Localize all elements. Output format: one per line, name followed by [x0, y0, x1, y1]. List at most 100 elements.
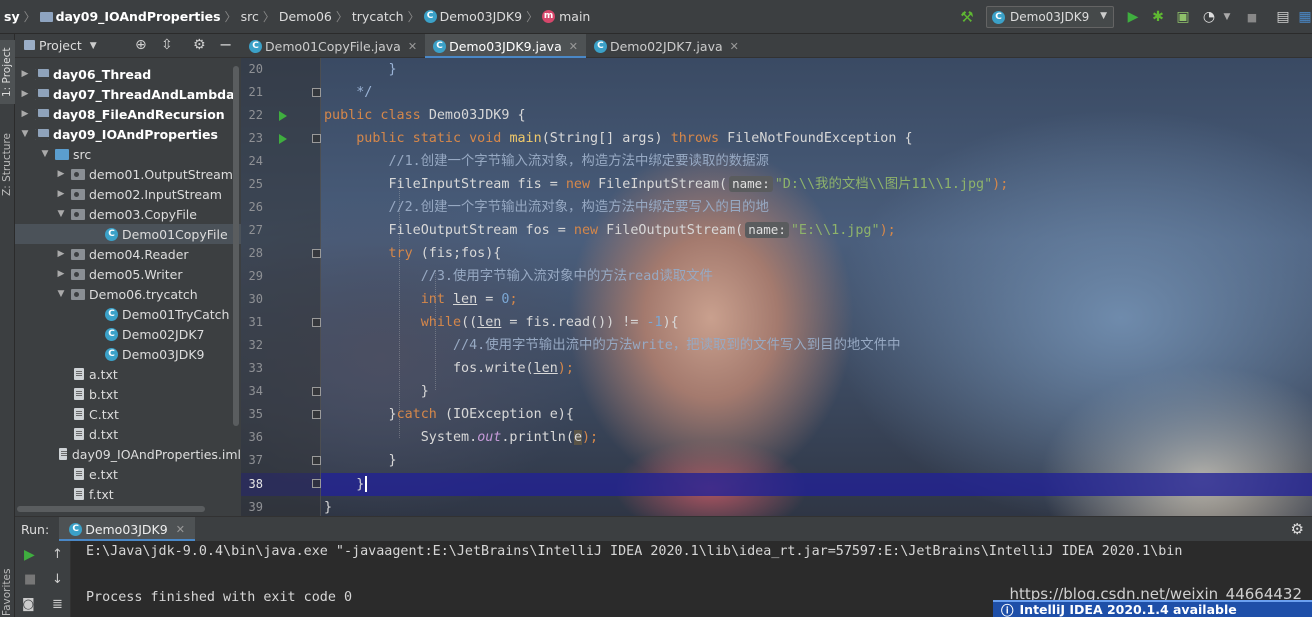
tree-item[interactable]: ▶ demo05.Writer: [15, 264, 241, 284]
expanded-arrow-icon[interactable]: ▼: [19, 129, 31, 139]
tree-item[interactable]: ▶ demo01.OutputStream: [15, 164, 241, 184]
close-icon[interactable]: ✕: [730, 40, 739, 53]
parameter-hint: name:: [745, 222, 789, 238]
tab-label: Demo03JDK9.java: [449, 38, 562, 54]
tree-item[interactable]: ▶ day08_FileAndRecursion: [15, 104, 241, 124]
collapsed-arrow-icon[interactable]: ▶: [55, 169, 67, 179]
tree-item[interactable]: ▼ Demo06.trycatch: [15, 284, 241, 304]
breadcrumb-src[interactable]: src: [241, 9, 259, 24]
module-folder-icon: [35, 128, 49, 140]
tree-item[interactable]: e.txt: [15, 464, 241, 484]
favorites-tool-tab[interactable]: Favorites: [0, 566, 15, 617]
run-gutter-icon[interactable]: [279, 111, 287, 121]
tree-item[interactable]: C Demo02JDK7: [15, 324, 241, 344]
run-configuration-select[interactable]: C Demo03JDK9 ▼: [986, 6, 1114, 28]
tree-item[interactable]: C.txt: [15, 404, 241, 424]
fold-marker-icon[interactable]: [312, 387, 321, 396]
tree-item[interactable]: d.txt: [15, 424, 241, 444]
expanded-arrow-icon[interactable]: ▼: [55, 289, 67, 299]
profile-dropdown-icon[interactable]: ▼: [1218, 8, 1236, 26]
breadcrumb-package[interactable]: Demo06: [279, 9, 332, 24]
tree-item-label: day07_ThreadAndLambda: [53, 86, 235, 102]
tree-item-label: Demo06.trycatch: [89, 286, 198, 302]
tree-item[interactable]: day09_IOAndProperties.iml: [15, 444, 241, 464]
run-gutter-icon[interactable]: [279, 134, 287, 144]
scroll-down-icon[interactable]: ↓: [52, 572, 63, 587]
gear-icon[interactable]: ⚙: [193, 37, 206, 53]
line-number: 36: [248, 430, 263, 444]
coverage-icon[interactable]: ▣: [1174, 8, 1192, 26]
rerun-icon[interactable]: ▶: [24, 547, 35, 563]
tree-item[interactable]: C Demo01TryCatch: [15, 304, 241, 324]
collapsed-arrow-icon[interactable]: ▶: [19, 69, 31, 79]
fold-marker-icon[interactable]: [312, 410, 321, 419]
structure-tool-tab[interactable]: Z: Structure: [0, 126, 15, 204]
collapsed-arrow-icon[interactable]: ▶: [19, 109, 31, 119]
close-icon[interactable]: ✕: [569, 40, 578, 53]
gear-icon[interactable]: ⚙: [1291, 520, 1304, 538]
tree-item[interactable]: ▼ day09_IOAndProperties: [15, 124, 241, 144]
project-structure-icon[interactable]: ▤: [1274, 8, 1292, 26]
scroll-up-icon[interactable]: ↑: [52, 547, 63, 562]
tree-item[interactable]: b.txt: [15, 384, 241, 404]
fold-marker-icon[interactable]: [312, 318, 321, 327]
line-number: 23: [248, 131, 263, 145]
tree-item[interactable]: C Demo03JDK9: [15, 344, 241, 364]
code-editor[interactable]: 20 21 22 23 24 25 26 27 28 29 30 31 32 33 34 35 36 37 38 39…: [241, 58, 1312, 516]
debug-bug-icon[interactable]: ✱: [1149, 8, 1167, 26]
tree-item[interactable]: ▶ demo04.Reader: [15, 244, 241, 264]
tree-item[interactable]: ▼ src: [15, 144, 241, 164]
tree-item[interactable]: ▶ day06_Thread: [15, 64, 241, 84]
breadcrumb-subpackage[interactable]: trycatch: [352, 9, 404, 24]
close-icon[interactable]: ✕: [176, 523, 185, 536]
stop-icon[interactable]: ■: [1243, 8, 1261, 26]
breadcrumb-method[interactable]: m main: [542, 9, 590, 24]
run-icon[interactable]: ▶: [1124, 8, 1142, 26]
collapsed-arrow-icon[interactable]: ▶: [55, 189, 67, 199]
project-tool-tab[interactable]: 1: Project: [0, 40, 15, 104]
hide-panel-icon[interactable]: −: [219, 35, 232, 54]
expanded-arrow-icon[interactable]: ▼: [39, 149, 51, 159]
tree-item[interactable]: ▼ demo03.CopyFile: [15, 204, 241, 224]
fold-marker-icon[interactable]: [312, 88, 321, 97]
project-horizontal-scrollbar[interactable]: [17, 506, 205, 512]
profile-icon[interactable]: ◔: [1200, 8, 1218, 26]
breadcrumb-root[interactable]: sy: [4, 9, 20, 24]
chevron-down-icon: ▼: [1100, 11, 1107, 21]
breadcrumb-class[interactable]: C Demo03JDK9: [423, 9, 522, 24]
update-notification[interactable]: ⓘ IntelliJ IDEA 2020.1.4 available: [993, 600, 1312, 617]
tree-item[interactable]: ▶ demo02.InputStream: [15, 184, 241, 204]
close-icon[interactable]: ✕: [408, 40, 417, 53]
fold-marker-icon[interactable]: [312, 479, 321, 488]
project-vertical-scrollbar[interactable]: [233, 66, 239, 426]
project-view-selector[interactable]: Project ▼: [39, 38, 97, 53]
collapse-all-icon[interactable]: ⇳: [161, 37, 173, 53]
editor-tabs: C Demo01CopyFile.java ✕ C Demo03JDK9.java ✕ …: [241, 34, 1312, 59]
tab-demo03jdk9[interactable]: C Demo03JDK9.java ✕: [425, 34, 586, 59]
collapsed-arrow-icon[interactable]: ▶: [55, 249, 67, 259]
collapsed-arrow-icon[interactable]: ▶: [19, 89, 31, 99]
fold-marker-icon[interactable]: [312, 249, 321, 258]
soft-wrap-icon[interactable]: ≣: [52, 597, 63, 612]
tree-item[interactable]: a.txt: [15, 364, 241, 384]
console-line-exit: Process finished with exit code 0: [86, 590, 353, 605]
info-icon: ⓘ: [1001, 603, 1014, 617]
fold-marker-icon[interactable]: [312, 134, 321, 143]
collapsed-arrow-icon[interactable]: ▶: [55, 269, 67, 279]
breadcrumb-module[interactable]: day09_IOAndProperties: [39, 9, 221, 24]
line-number: 24: [248, 154, 263, 168]
stop-icon[interactable]: ■: [24, 572, 36, 587]
fold-marker-icon[interactable]: [312, 456, 321, 465]
locate-target-icon[interactable]: ⊕: [135, 37, 147, 53]
run-tab-demo03jdk9[interactable]: C Demo03JDK9 ✕: [59, 516, 195, 542]
search-everywhere-icon[interactable]: ▦: [1296, 8, 1312, 26]
camera-icon[interactable]: ◙: [22, 597, 35, 612]
tree-item[interactable]: f.txt: [15, 484, 241, 504]
tree-item[interactable]: ▶ day07_ThreadAndLambda: [15, 84, 241, 104]
tree-item[interactable]: C Demo01CopyFile: [15, 224, 241, 244]
tab-demo02jdk7[interactable]: C Demo02JDK7.java ✕: [586, 34, 747, 58]
tab-demo01copyfile[interactable]: C Demo01CopyFile.java ✕: [241, 34, 425, 58]
build-hammer-icon[interactable]: ⚒: [958, 8, 976, 26]
expanded-arrow-icon[interactable]: ▼: [55, 209, 67, 219]
tree-item-label: Demo01TryCatch: [122, 306, 230, 322]
